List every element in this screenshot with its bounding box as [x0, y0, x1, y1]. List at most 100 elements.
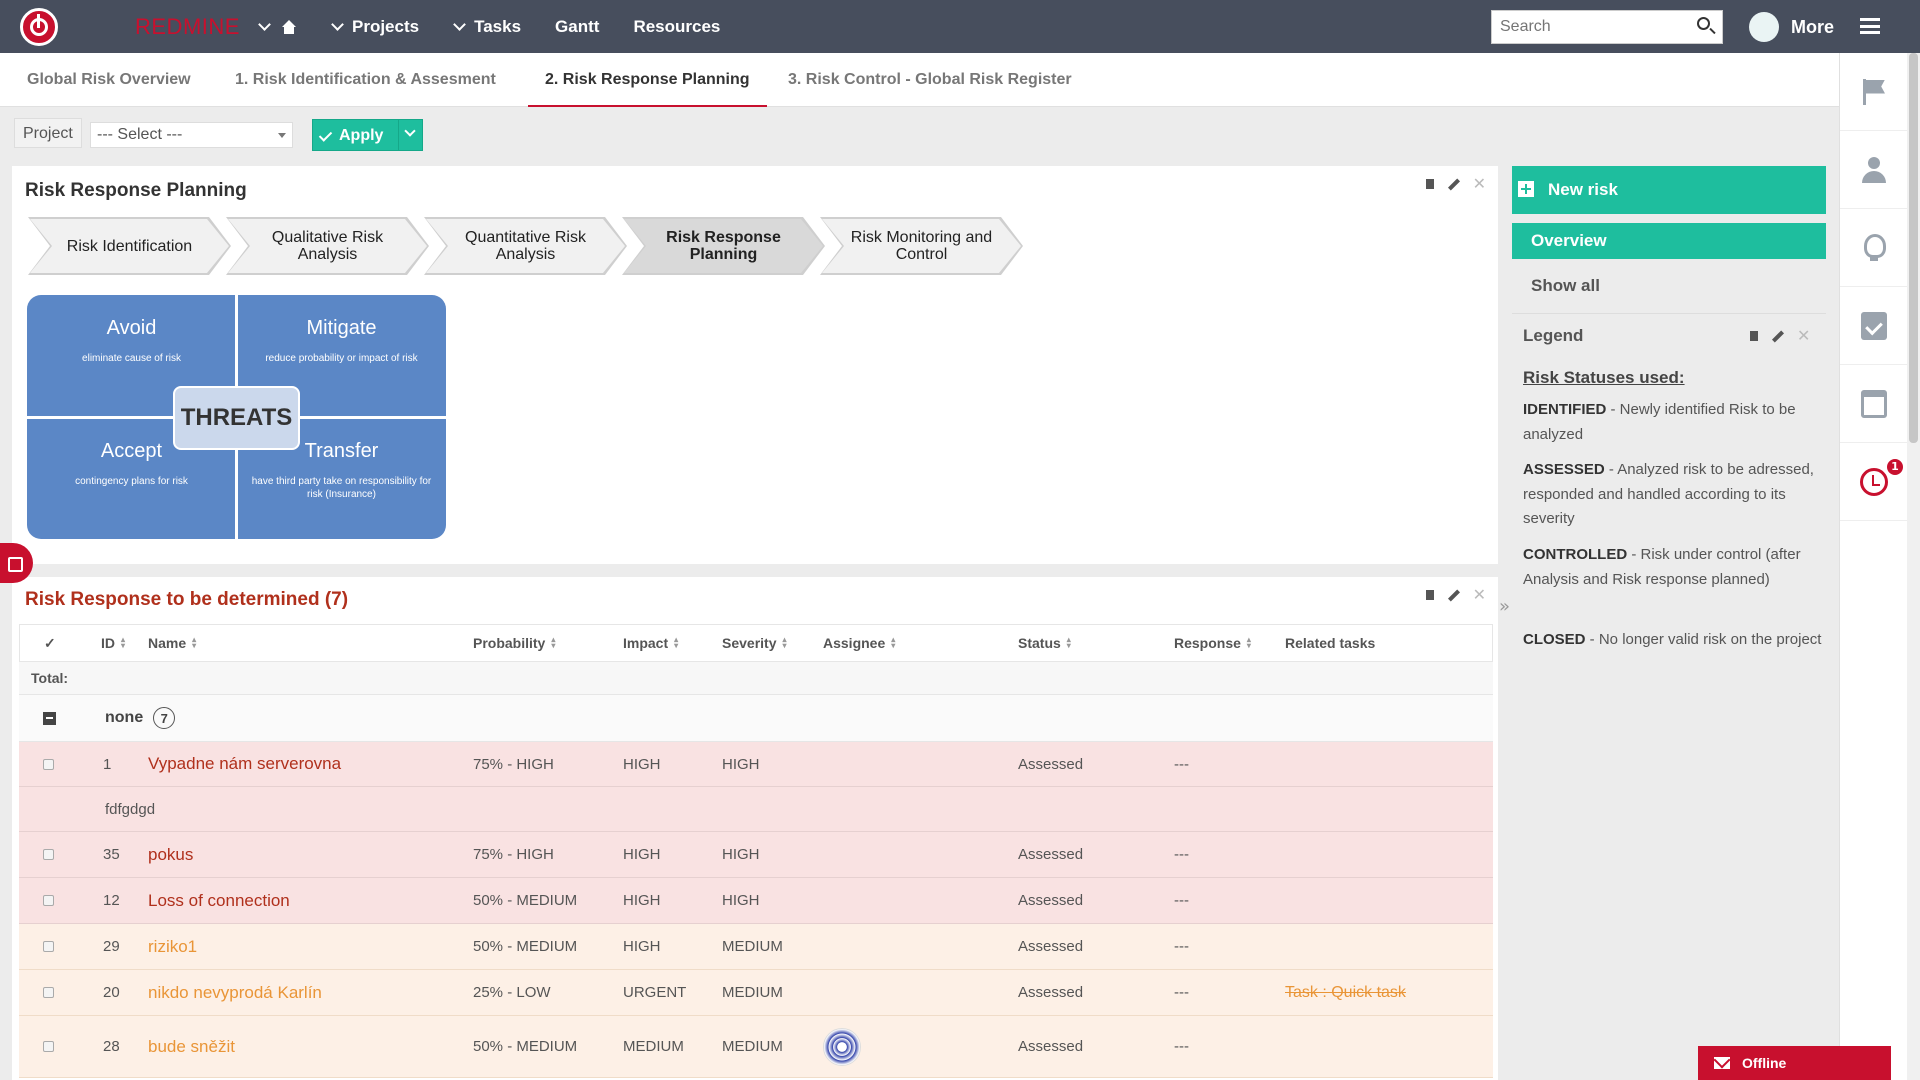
- row-name-link[interactable]: riziko1: [148, 924, 197, 969]
- col-related: Related tasks: [1285, 625, 1375, 661]
- user-avatar-icon[interactable]: [823, 1027, 861, 1066]
- rail-flag[interactable]: [1840, 53, 1908, 131]
- row-id: 35: [103, 846, 120, 863]
- step-label: Risk Monitoring and: [850, 229, 993, 246]
- nav-projects[interactable]: Projects: [331, 17, 419, 37]
- more-menu[interactable]: More: [1791, 17, 1834, 38]
- row-assignee[interactable]: [823, 1016, 861, 1077]
- threats-diagram: Avoid eliminate cause of risk Mitigate r…: [27, 295, 446, 539]
- table-row[interactable]: 29 riziko1 50% - MEDIUM HIGH MEDIUM Asse…: [19, 924, 1493, 970]
- step-risk-identification: Risk Identification: [30, 219, 229, 273]
- select-all-checkbox[interactable]: ✓: [44, 625, 56, 661]
- rail-ideas[interactable]: [1840, 209, 1908, 287]
- row-id: 28: [103, 1038, 120, 1055]
- row-checkbox[interactable]: [43, 924, 54, 969]
- row-name-link[interactable]: Loss of connection: [148, 878, 290, 923]
- logo-icon[interactable]: [20, 8, 58, 46]
- page-scrollbar[interactable]: [1907, 53, 1920, 1080]
- row-id: 20: [103, 984, 120, 1001]
- step-label: Control: [895, 246, 948, 263]
- table-row[interactable]: 1 Vypadne nám serverovna 75% - HIGH HIGH…: [19, 742, 1493, 787]
- collapse-sidebar-icon[interactable]: »: [1499, 596, 1510, 617]
- row-impact: MEDIUM: [623, 1038, 684, 1055]
- legend-item-controlled: CONTROLLED - Risk under control (after A…: [1523, 543, 1823, 592]
- delete-icon[interactable]: [1750, 331, 1758, 341]
- collapse-group-icon[interactable]: [43, 695, 56, 741]
- home-icon[interactable]: [281, 19, 297, 34]
- row-checkbox[interactable]: [43, 832, 54, 877]
- sort-icon: ▴ ▾: [1246, 635, 1251, 650]
- project-select[interactable]: --- Select ---: [90, 122, 293, 148]
- threats-center: THREATS: [173, 386, 300, 450]
- step-label: Analysis: [297, 246, 358, 263]
- nav-resources[interactable]: Resources: [633, 17, 720, 37]
- col-label: Status: [1018, 635, 1061, 651]
- hamburger-menu-icon[interactable]: [1860, 18, 1880, 34]
- col-assignee[interactable]: Assignee ▴ ▾: [823, 625, 895, 661]
- apply-button[interactable]: Apply: [312, 119, 423, 151]
- overview-label: Overview: [1531, 231, 1607, 250]
- offline-chat-button[interactable]: Offline: [1698, 1046, 1891, 1080]
- table-row[interactable]: 35 pokus 75% - HIGH HIGH HIGH Assessed -…: [19, 832, 1493, 878]
- tab-global-risk-overview[interactable]: Global Risk Overview: [27, 53, 191, 107]
- new-risk-button[interactable]: New risk: [1512, 166, 1826, 214]
- edit-icon[interactable]: [1448, 590, 1459, 601]
- edit-icon[interactable]: [1448, 179, 1459, 190]
- table-row[interactable]: 28 bude sněžit 50% - MEDIUM MEDIUM MEDIU…: [19, 1016, 1493, 1078]
- nav-gantt[interactable]: Gantt: [555, 17, 599, 37]
- row-name-link[interactable]: bude sněžit: [148, 1016, 235, 1077]
- col-status[interactable]: Status ▴ ▾: [1018, 625, 1071, 661]
- rail-user[interactable]: [1840, 131, 1908, 209]
- legend-key: IDENTIFIED: [1523, 401, 1607, 418]
- row-name-link[interactable]: Vypadne nám serverovna: [148, 742, 341, 786]
- row-checkbox[interactable]: [43, 878, 54, 923]
- brand-name[interactable]: REDMINE: [135, 14, 240, 40]
- row-status: Assessed: [1018, 1038, 1084, 1055]
- col-name[interactable]: Name ▴ ▾: [148, 625, 196, 661]
- search-input[interactable]: [1500, 18, 1690, 36]
- table-row[interactable]: 20 nikdo nevyprodá Karlín 25% - LOW URGE…: [19, 970, 1493, 1016]
- col-response[interactable]: Response ▴ ▾: [1174, 625, 1251, 661]
- delete-icon[interactable]: [1425, 590, 1434, 600]
- close-icon[interactable]: ✕: [1797, 328, 1810, 344]
- col-id[interactable]: ID ▴ ▾: [101, 625, 125, 661]
- edit-icon[interactable]: [1772, 331, 1783, 342]
- col-impact[interactable]: Impact ▴ ▾: [623, 625, 678, 661]
- alarm-clock-icon: [1860, 467, 1888, 496]
- col-probability[interactable]: Probability ▴ ▾: [473, 625, 555, 661]
- group-count: 7: [153, 707, 176, 729]
- table-row[interactable]: 12 Loss of connection 50% - MEDIUM HIGH …: [19, 878, 1493, 924]
- related-task-link[interactable]: Task : Quick task: [1285, 970, 1406, 1015]
- row-name-link[interactable]: pokus: [148, 832, 193, 877]
- nav-tasks[interactable]: Tasks: [453, 17, 521, 37]
- tab-risk-control[interactable]: 3. Risk Control - Global Risk Register: [788, 53, 1072, 107]
- tab-bar: Global Risk Overview 1. Risk Identificat…: [0, 53, 1839, 107]
- row-response: ---: [1174, 892, 1189, 909]
- scrollbar-thumb[interactable]: [1909, 53, 1918, 443]
- rail-calendar[interactable]: [1840, 365, 1908, 443]
- row-probability: 50% - MEDIUM: [473, 892, 578, 909]
- tab-risk-identification[interactable]: 1. Risk Identification & Assesment: [235, 53, 496, 107]
- close-icon[interactable]: ✕: [1473, 587, 1486, 603]
- offline-label: Offline: [1742, 1055, 1787, 1071]
- row-id: 29: [103, 938, 120, 955]
- nav-home[interactable]: [258, 18, 297, 34]
- chevron-down-icon[interactable]: [258, 18, 271, 31]
- row-checkbox[interactable]: [43, 1016, 54, 1077]
- row-name-link[interactable]: nikdo nevyprodá Karlín: [148, 970, 322, 1015]
- avatar[interactable]: [1749, 12, 1779, 42]
- tab-risk-response-planning[interactable]: 2. Risk Response Planning: [528, 53, 767, 107]
- close-icon[interactable]: ✕: [1473, 176, 1486, 192]
- chevron-down-icon[interactable]: [404, 125, 416, 137]
- row-checkbox[interactable]: [43, 742, 54, 786]
- rail-tasks[interactable]: [1840, 287, 1908, 365]
- col-severity[interactable]: Severity ▴ ▾: [722, 625, 787, 661]
- show-all-link[interactable]: Show all: [1531, 276, 1600, 296]
- group-row[interactable]: none 7: [19, 695, 1493, 742]
- rail-alarm[interactable]: [1840, 443, 1908, 521]
- search-icon[interactable]: [1697, 17, 1710, 30]
- row-checkbox[interactable]: [43, 970, 54, 1015]
- overview-button[interactable]: Overview: [1512, 223, 1826, 259]
- delete-icon[interactable]: [1425, 179, 1434, 189]
- apply-divider: [398, 120, 399, 150]
